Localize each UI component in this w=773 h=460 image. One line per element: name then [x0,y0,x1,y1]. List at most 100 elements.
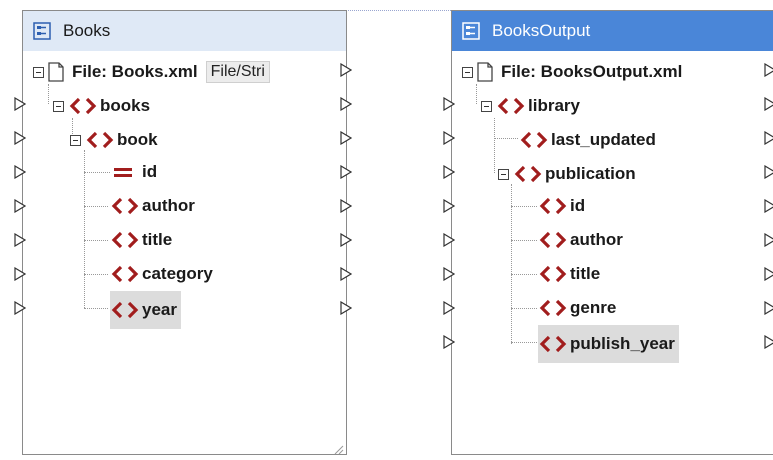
element-icon [497,97,525,115]
element-icon [520,131,548,149]
connector-triangle-icon[interactable] [14,233,26,247]
tree-guide [84,150,85,308]
tree-row-title[interactable]: title [538,257,600,291]
source-file-label: File: Books.xml [72,62,198,81]
connector-triangle-icon[interactable] [340,165,352,179]
connector-triangle-icon[interactable] [14,131,26,145]
connector-triangle-icon[interactable] [340,97,352,111]
connector-triangle-icon[interactable] [443,199,455,213]
connector-triangle-icon[interactable] [764,233,773,247]
connector-triangle-icon[interactable] [14,267,26,281]
connector-triangle-icon[interactable] [14,165,26,179]
file-icon [48,62,64,82]
element-icon [514,165,542,183]
file-string-button[interactable]: File/Stri [205,61,270,83]
tree-guide [511,206,537,207]
tree-row-last-updated[interactable]: last_updated [519,123,656,157]
connector-triangle-icon[interactable] [340,267,352,281]
connector-triangle-icon[interactable] [764,199,773,213]
connector-triangle-icon[interactable] [14,301,26,315]
node-label: book [117,130,158,149]
tree-guide [511,274,537,275]
connector-triangle-icon[interactable] [443,267,455,281]
node-label: title [142,230,173,249]
node-label: year [142,300,177,319]
node-label: author [142,196,195,215]
tree-row-publish-year[interactable]: publish_year [538,325,679,363]
connector-triangle-icon[interactable] [443,97,455,111]
node-label: id [142,162,158,181]
canvas-border-line [345,10,455,11]
connector-triangle-icon[interactable] [14,199,26,213]
connector-triangle-icon[interactable] [340,233,352,247]
connector-triangle-icon[interactable] [340,131,352,145]
node-label: books [100,96,151,115]
connector-triangle-icon[interactable] [340,63,352,77]
target-component-titlebar[interactable]: BooksOutput [452,11,773,51]
tree-row-category[interactable]: category [110,257,213,291]
tree-guide [84,308,108,309]
node-label: category [142,264,213,283]
element-icon [69,97,97,115]
connector-triangle-icon[interactable] [764,301,773,315]
tree-row-year[interactable]: year [110,291,181,329]
connector-triangle-icon[interactable] [340,301,352,315]
element-icon [539,197,567,215]
connector-triangle-icon[interactable] [443,233,455,247]
tree-row-author[interactable]: author [538,223,623,257]
connector-triangle-icon[interactable] [443,301,455,315]
node-label: publication [545,164,636,183]
connector-triangle-icon[interactable] [340,199,352,213]
node-label: id [570,196,586,215]
component-icon [33,22,51,40]
tree-guide [84,274,108,275]
connector-triangle-icon[interactable] [764,335,773,349]
collapse-icon[interactable] [33,66,44,78]
tree-row-author[interactable]: author [110,189,195,223]
node-label: genre [570,298,617,317]
tree-guide [511,308,537,309]
element-icon [539,299,567,317]
connector-triangle-icon[interactable] [443,335,455,349]
source-component-titlebar[interactable]: Books [23,11,346,51]
collapse-icon[interactable] [70,134,81,146]
connector-triangle-icon[interactable] [764,267,773,281]
tree-guide [511,240,537,241]
tree-guide [511,342,537,343]
tree-row-id[interactable]: id [538,189,585,223]
node-label: author [570,230,623,249]
tree-row-id[interactable]: id [112,155,157,189]
target-component-title: BooksOutput [492,21,591,40]
element-icon [86,131,114,149]
connector-triangle-icon[interactable] [443,131,455,145]
element-icon [111,197,139,215]
tree-row-genre[interactable]: genre [538,291,616,325]
collapse-icon[interactable] [53,100,64,112]
tree-guide [511,184,512,344]
tree-guide [494,138,518,139]
tree-row-file[interactable]: File: BooksOutput.xml [462,55,682,89]
tree-row-book[interactable]: book [70,123,158,157]
connector-triangle-icon[interactable] [764,97,773,111]
collapse-icon[interactable] [481,100,492,112]
tree-row-file[interactable]: File: Books.xml File/Stri [33,55,270,89]
connector-triangle-icon[interactable] [764,165,773,179]
file-icon [477,62,493,82]
tree-guide [494,118,495,173]
tree-row-publication[interactable]: publication [498,157,636,191]
node-label: publish_year [570,334,675,353]
collapse-icon[interactable] [462,66,473,78]
tree-row-title[interactable]: title [110,223,172,257]
resize-grip-icon[interactable] [334,442,344,455]
connector-triangle-icon[interactable] [764,131,773,145]
component-icon [462,22,480,40]
element-icon [111,265,139,283]
tree-row-library[interactable]: library [481,89,580,123]
tree-guide [84,172,110,173]
connector-triangle-icon[interactable] [764,63,773,77]
tree-row-books[interactable]: books [53,89,150,123]
connector-triangle-icon[interactable] [14,97,26,111]
connector-triangle-icon[interactable] [443,165,455,179]
collapse-icon[interactable] [498,168,509,180]
source-component-title: Books [63,21,111,40]
